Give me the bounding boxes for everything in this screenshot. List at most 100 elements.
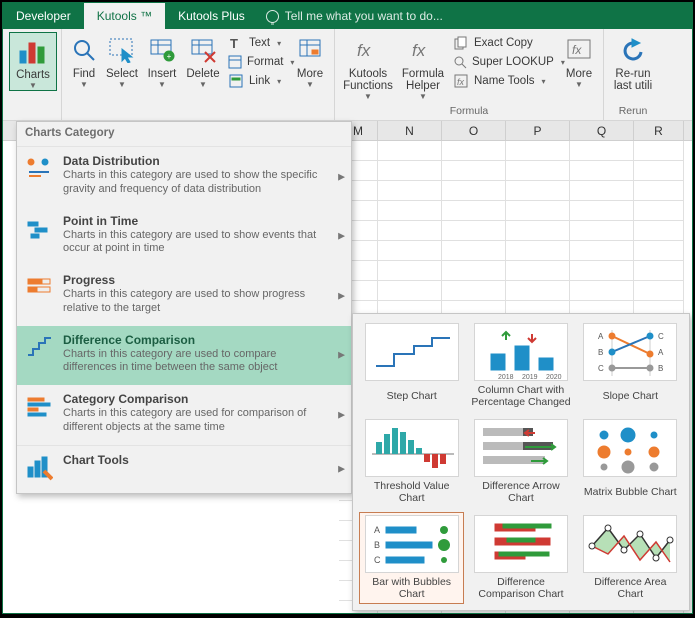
- category-progress[interactable]: ProgressCharts in this category are used…: [17, 266, 351, 326]
- kutools-functions-button[interactable]: fx Kutools Functions ▼: [339, 32, 397, 101]
- column-header[interactable]: N: [378, 121, 442, 140]
- difference-comparison-icon: [25, 333, 53, 361]
- fx-icon: fx: [352, 34, 384, 66]
- gallery-difference-comparison[interactable]: Difference Comparison Chart: [468, 512, 573, 604]
- super-lookup-label: Super LOOKUP: [472, 56, 554, 68]
- select-icon: [106, 34, 138, 66]
- category-name: Point in Time: [63, 214, 333, 228]
- svg-text:T: T: [230, 36, 238, 50]
- super-lookup-button[interactable]: Super LOOKUP▾: [449, 53, 559, 71]
- gallery-label: Column Chart with Percentage Changed: [471, 383, 570, 409]
- link-label: Link: [249, 75, 270, 87]
- gallery-matrix-bubble[interactable]: Matrix Bubble Chart: [578, 416, 683, 508]
- step-chart-thumb: [365, 323, 459, 381]
- category-difference-comparison[interactable]: Difference ComparisonCharts in this cate…: [17, 326, 351, 386]
- svg-text:A: A: [374, 525, 380, 535]
- link-button[interactable]: Link▾: [224, 72, 290, 90]
- delete-label: Delete: [186, 68, 219, 80]
- chart-tools-icon: [25, 453, 53, 481]
- exact-copy-label: Exact Copy: [474, 37, 533, 49]
- charts-button[interactable]: Charts ▼: [9, 32, 57, 91]
- fx-small-icon: fx: [453, 73, 469, 89]
- tell-me[interactable]: Tell me what you want to do...: [266, 3, 443, 29]
- gallery-label: Threshold Value Chart: [362, 479, 461, 505]
- exact-copy-button[interactable]: Exact Copy: [449, 34, 559, 52]
- category-data-distribution[interactable]: Data DistributionCharts in this category…: [17, 147, 351, 207]
- fx-box-icon: fx: [563, 34, 595, 66]
- tell-me-text: Tell me what you want to do...: [285, 9, 443, 23]
- group-rerun-label: Rerun: [608, 105, 658, 119]
- gallery-step-chart[interactable]: Step Chart: [359, 320, 464, 412]
- chart-gallery: Step Chart 201820192020 Column Chart wit…: [352, 313, 690, 611]
- point-in-time-icon: [25, 214, 53, 242]
- gallery-column-percentage[interactable]: 201820192020 Column Chart with Percentag…: [468, 320, 573, 412]
- chevron-down-icon: ▼: [80, 80, 88, 89]
- more-formula-button[interactable]: fx More ▼: [559, 32, 599, 89]
- tab-developer[interactable]: Developer: [3, 3, 84, 29]
- group-formula-label: Formula: [339, 105, 599, 119]
- select-button[interactable]: Select ▼: [102, 32, 142, 89]
- svg-text:fx: fx: [412, 41, 426, 60]
- kutools-functions-label: Kutools Functions: [343, 68, 393, 92]
- gallery-difference-arrow[interactable]: Difference Arrow Chart: [468, 416, 573, 508]
- svg-text:B: B: [374, 540, 380, 550]
- svg-text:A: A: [598, 332, 604, 341]
- category-name: Category Comparison: [63, 392, 333, 406]
- name-tools-button[interactable]: fxName Tools▾: [449, 72, 559, 90]
- chevron-down-icon: ▼: [118, 80, 126, 89]
- tab-kutools[interactable]: Kutools ™: [84, 3, 165, 29]
- svg-text:2020: 2020: [546, 374, 562, 381]
- category-comparison-icon: [25, 392, 53, 420]
- category-name: Difference Comparison: [63, 333, 333, 347]
- category-desc: Charts in this category are used for com…: [63, 407, 333, 435]
- data-distribution-icon: [25, 154, 53, 182]
- link-icon: [228, 73, 244, 89]
- charts-category-menu: Charts Category Data DistributionCharts …: [16, 121, 352, 494]
- gallery-difference-area[interactable]: Difference Area Chart: [578, 512, 683, 604]
- gallery-label: Difference Area Chart: [581, 575, 680, 601]
- text-button[interactable]: T Text ▾: [224, 34, 290, 52]
- chevron-down-icon: ▼: [158, 80, 166, 89]
- formula-helper-label: Formula Helper: [402, 68, 444, 92]
- more-button[interactable]: More ▼: [290, 32, 330, 89]
- category-category-comparison[interactable]: Category ComparisonCharts in this catego…: [17, 385, 351, 445]
- svg-text:C: C: [374, 555, 381, 565]
- diff-comp-thumb: [474, 515, 568, 573]
- gallery-threshold-value[interactable]: Threshold Value Chart: [359, 416, 464, 508]
- column-header[interactable]: O: [442, 121, 506, 140]
- category-desc: Charts in this category are used to show…: [63, 288, 333, 316]
- category-point-in-time[interactable]: Point in TimeCharts in this category are…: [17, 207, 351, 267]
- svg-text:C: C: [598, 364, 604, 373]
- chevron-down-icon: ▼: [306, 80, 314, 89]
- more-icon: [294, 34, 326, 66]
- find-button[interactable]: Find ▼: [66, 32, 102, 89]
- gallery-bar-with-bubbles[interactable]: ABC Bar with Bubbles Chart: [359, 512, 464, 604]
- formula-helper-button[interactable]: fx Formula Helper ▼: [397, 32, 449, 101]
- gallery-slope-chart[interactable]: ABCCAB Slope Chart: [578, 320, 683, 412]
- lightbulb-icon: [266, 10, 279, 23]
- delete-button[interactable]: Delete ▼: [182, 32, 224, 89]
- rerun-button[interactable]: Re-run last utili: [608, 32, 658, 92]
- chevron-right-icon: ▶: [338, 409, 345, 420]
- svg-text:fx: fx: [357, 41, 371, 60]
- column-header[interactable]: R: [634, 121, 684, 140]
- text-label: Text: [249, 37, 270, 49]
- chevron-down-icon: ▼: [575, 80, 583, 89]
- chevron-down-icon: ▾: [277, 39, 281, 48]
- category-chart-tools[interactable]: Chart Tools ▶: [17, 446, 351, 493]
- category-name: Data Distribution: [63, 154, 333, 168]
- copy-icon: [453, 35, 469, 51]
- fx-icon: fx: [407, 34, 439, 66]
- category-name: Progress: [63, 273, 333, 287]
- svg-text:A: A: [658, 348, 664, 357]
- menu-title: Charts Category: [17, 122, 351, 147]
- tab-kutools-plus[interactable]: Kutools Plus: [165, 3, 258, 29]
- column-header[interactable]: P: [506, 121, 570, 140]
- format-button[interactable]: Format▾: [224, 53, 290, 71]
- gallery-label: Bar with Bubbles Chart: [362, 575, 461, 601]
- svg-text:fx: fx: [572, 43, 582, 57]
- insert-button[interactable]: + Insert ▼: [142, 32, 182, 89]
- gallery-label: Slope Chart: [603, 383, 658, 409]
- find-label: Find: [73, 68, 95, 80]
- column-header[interactable]: Q: [570, 121, 634, 140]
